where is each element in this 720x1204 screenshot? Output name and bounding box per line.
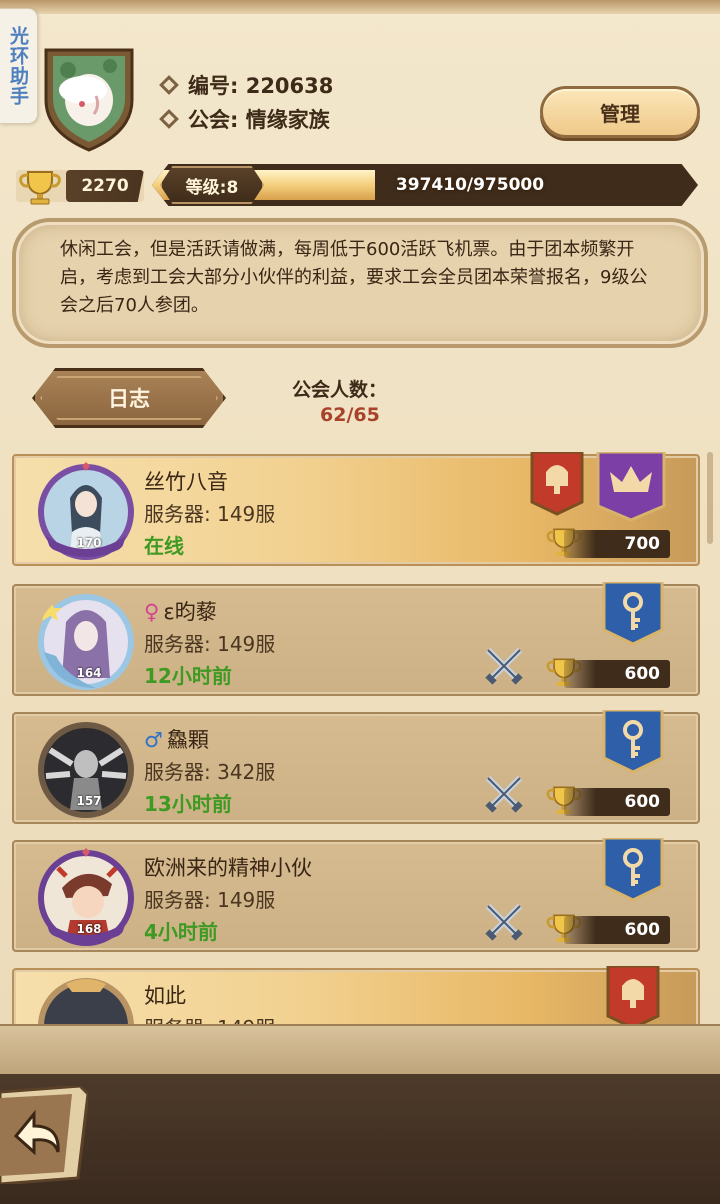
guild-name: 公会: 情缘家族 (188, 108, 330, 132)
member-level: 170 (76, 536, 102, 550)
member-name: 如此 (144, 980, 186, 1010)
crossed-swords-icon (485, 647, 523, 685)
member-status: 在线 (144, 534, 184, 558)
diamond-bullet-icon (159, 109, 179, 129)
footer-band (0, 1024, 720, 1076)
guild-id-row: 编号: 220638 (159, 70, 334, 100)
member-name: ♂ 鱻顆 (144, 724, 209, 754)
key-banner-icon (602, 582, 664, 646)
member-score: 600 (564, 660, 670, 688)
member-server: 服务器: 342服 (144, 760, 276, 784)
guild-name-row: 公会: 情缘家族 (159, 104, 330, 134)
member-name: 丝竹八音 (144, 466, 228, 496)
log-button[interactable]: 日志 (32, 368, 226, 428)
guild-level-badge: 等级:8 (160, 166, 264, 204)
member-server: 服务器: 149服 (144, 502, 276, 526)
guild-exp-text: 397410/975000 (395, 175, 545, 195)
member-server: 服务器: 149服 (144, 632, 276, 656)
manage-button[interactable]: 管理 (540, 86, 700, 138)
helmet-banner-icon (606, 966, 660, 1024)
member-name-text: ε昀藜 (163, 600, 217, 624)
member-server: 服务器: 149服 (144, 888, 276, 912)
member-avatar[interactable] (36, 976, 136, 1024)
crossed-swords-icon (485, 903, 523, 941)
guild-page: 光环助手 编号: 220638 公会: 情缘家族 管理 2270 等级:8 39 (0, 0, 720, 1204)
member-count-value: 62/65 (320, 404, 380, 426)
member-status: 13小时前 (144, 792, 232, 816)
trophy-total-value: 2270 (66, 170, 144, 202)
member-status: 12小时前 (144, 664, 232, 688)
crown-banner-icon (596, 452, 666, 522)
back-arrow-icon[interactable] (0, 1086, 88, 1184)
member-list-scrollbar[interactable] (707, 452, 713, 544)
guild-notice: 休闲工会，但是活跃请做满，每周低于600活跃飞机票。由于团本频繁开启，考虑到工会… (12, 218, 708, 348)
member-score: 600 (564, 916, 670, 944)
member-list[interactable]: 170 丝竹八音 服务器: 149服 在线 700 164 ♀ ε昀藜 服务器:… (0, 450, 720, 1024)
helper-label: 光环助手 (7, 26, 29, 106)
member-row[interactable]: 157 ♂ 鱻顆 服务器: 342服 13小时前 600 (12, 710, 700, 824)
member-server: 服务器: 149服 (144, 1012, 275, 1024)
footer-bar (0, 1074, 720, 1204)
member-level: 157 (76, 794, 102, 808)
diamond-bullet-icon (159, 75, 179, 95)
member-row[interactable]: 164 ♀ ε昀藜 服务器: 149服 12小时前 600 (12, 582, 700, 696)
female-icon: ♀ (144, 600, 160, 624)
member-level: 164 (76, 666, 102, 680)
member-name-text: 丝竹八音 (144, 470, 228, 494)
member-name-text: 欧洲来的精神小伙 (144, 856, 312, 880)
member-count-label: 公会人数： (292, 379, 388, 401)
guild-trophy-total: 2270 (16, 170, 144, 205)
member-row[interactable]: 168 欧洲来的精神小伙 服务器: 149服 4小时前 600 (12, 838, 700, 952)
member-row[interactable]: 如此 服务器: 149服 (12, 966, 700, 1024)
member-name-text: 如此 (144, 984, 186, 1008)
member-score: 600 (564, 788, 670, 816)
member-name: 欧洲来的精神小伙 (144, 852, 312, 882)
key-banner-icon (602, 710, 664, 774)
member-name: ♀ ε昀藜 (144, 596, 217, 626)
crossed-swords-icon (485, 775, 523, 813)
log-button-label: 日志 (108, 387, 150, 411)
helper-side-tab[interactable]: 光环助手 (0, 8, 38, 124)
trophy-icon (19, 171, 61, 205)
member-row[interactable]: 170 丝竹八音 服务器: 149服 在线 700 (12, 452, 700, 566)
male-icon: ♂ (144, 728, 163, 752)
helmet-banner-icon (530, 452, 584, 516)
member-status: 4小时前 (144, 920, 218, 944)
member-name-text: 鱻顆 (166, 728, 209, 752)
member-score: 700 (564, 530, 670, 558)
key-banner-icon (602, 838, 664, 902)
guild-id: 编号: 220638 (188, 74, 334, 98)
member-level: 168 (76, 922, 102, 936)
guild-emblem-icon[interactable] (38, 40, 140, 152)
